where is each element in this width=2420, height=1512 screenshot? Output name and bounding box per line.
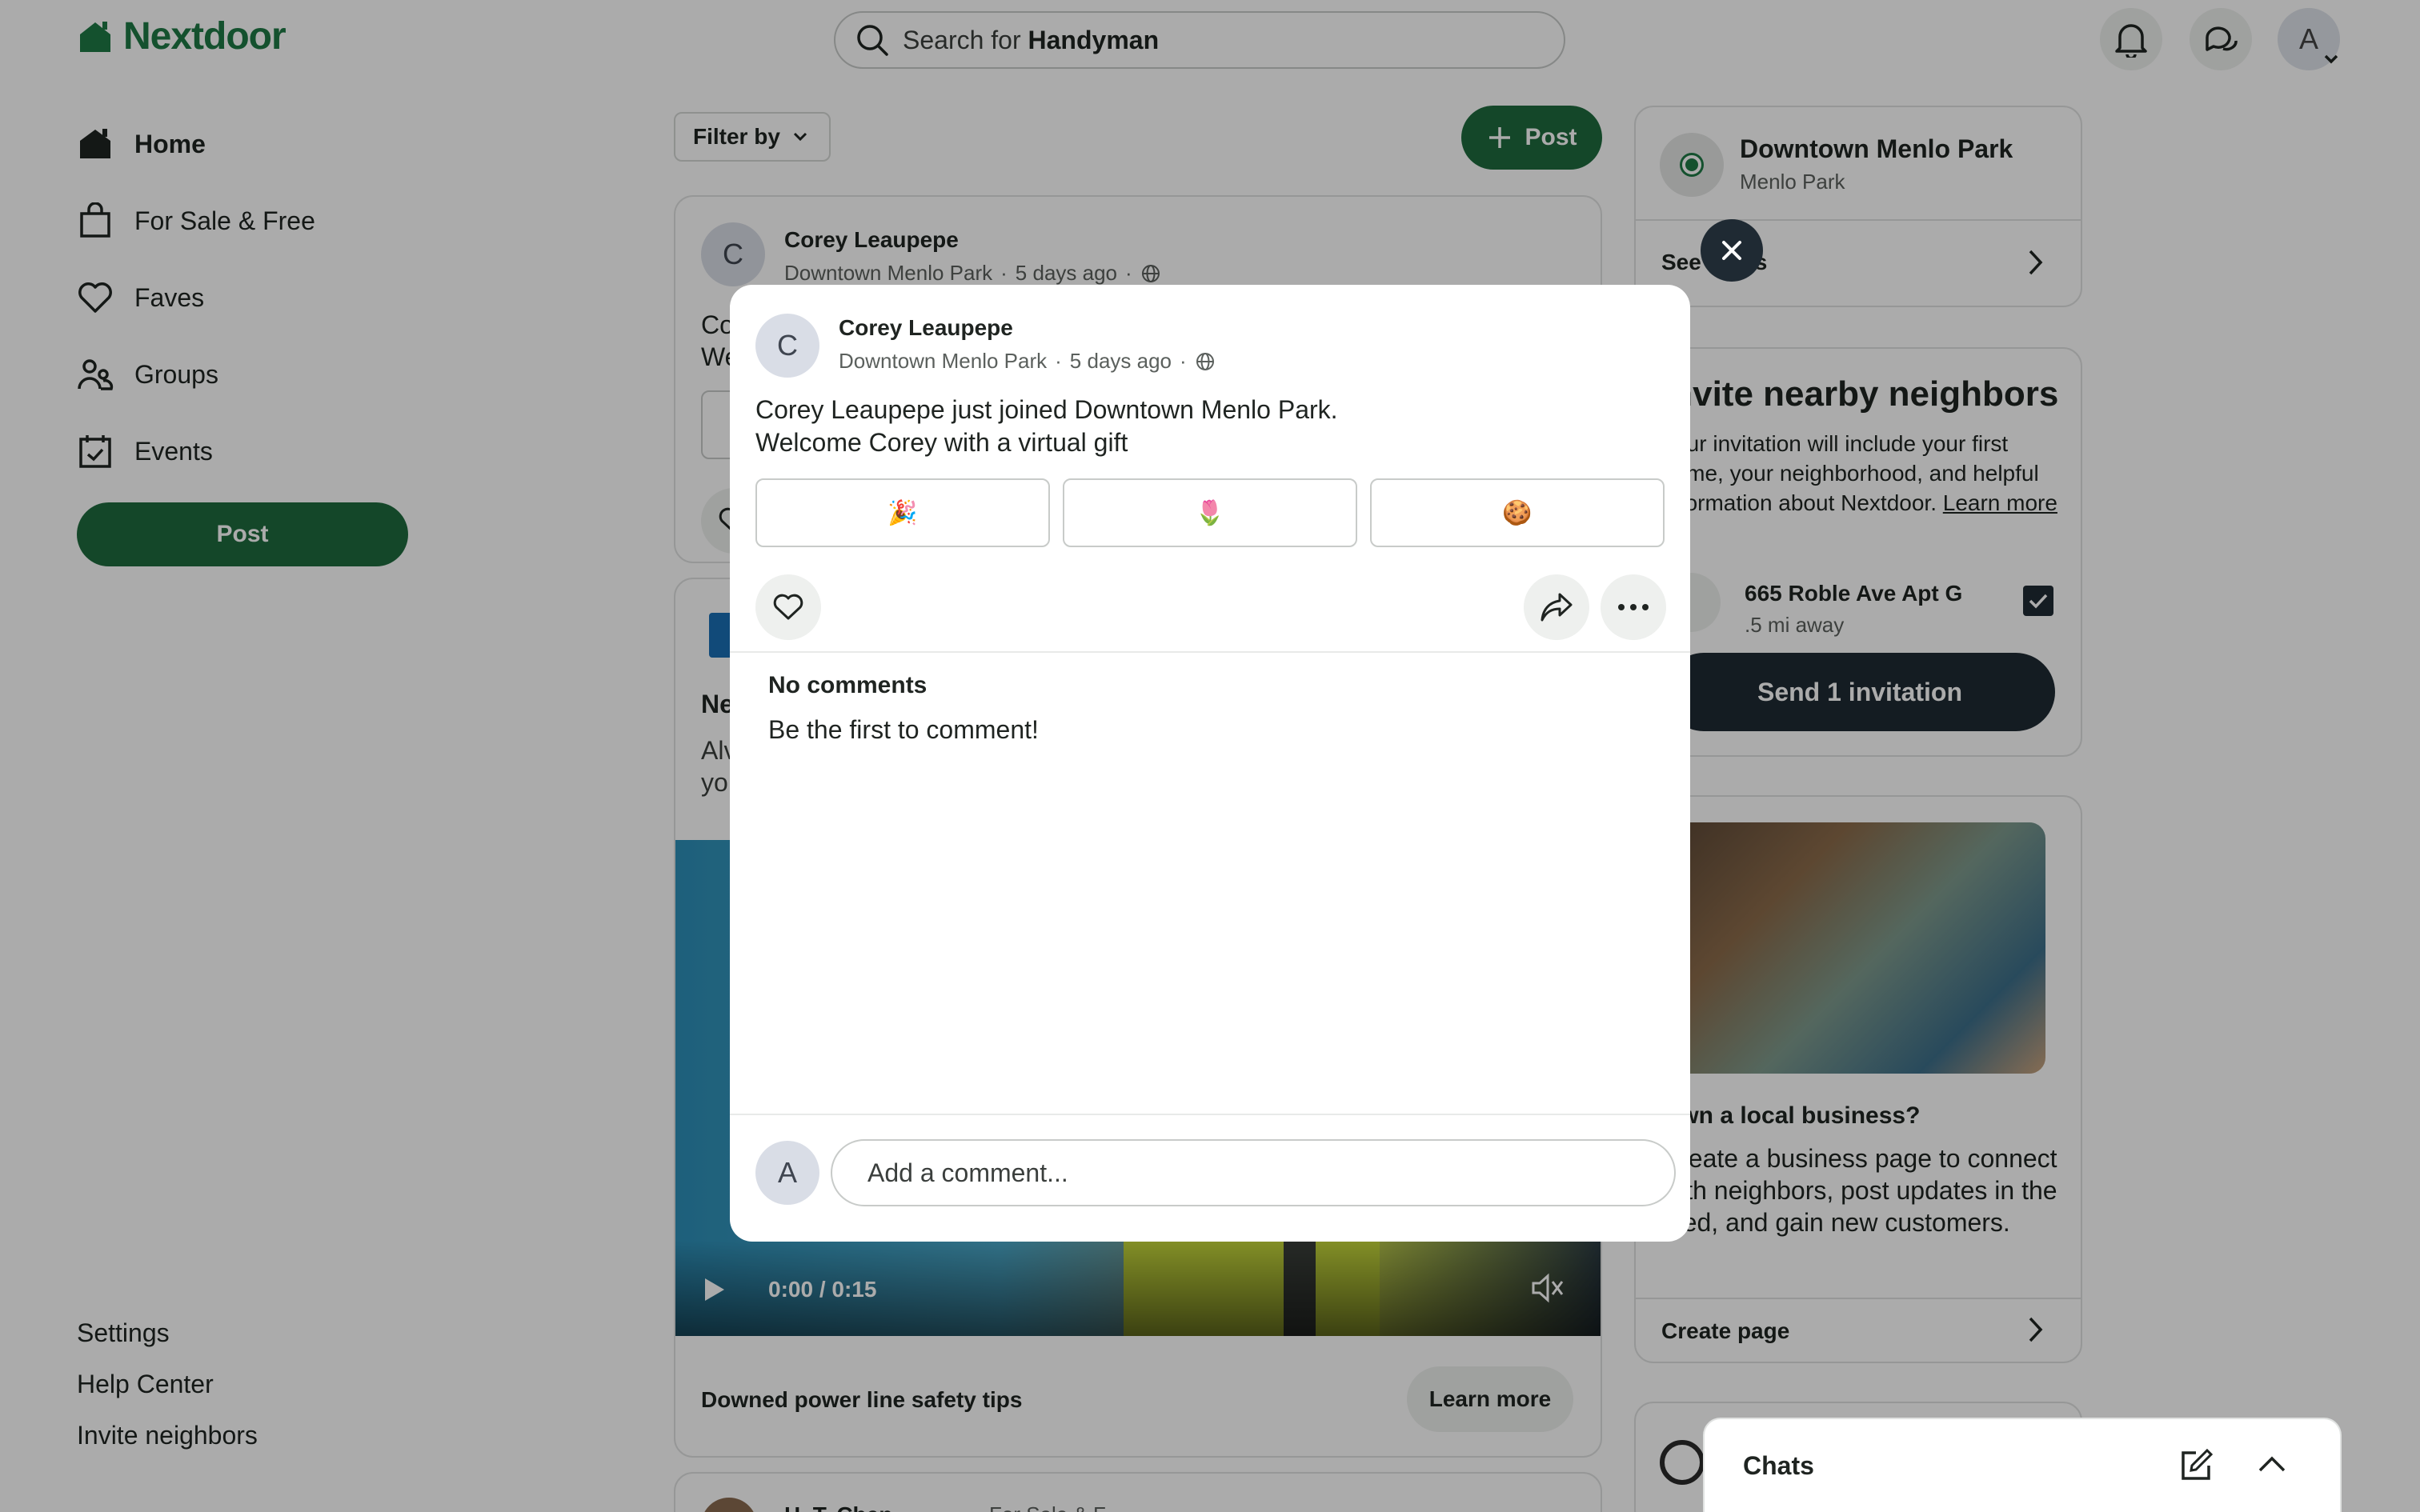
divider	[730, 1114, 1690, 1115]
party-popper-icon: 🎉	[887, 499, 918, 526]
like-button[interactable]	[755, 574, 821, 640]
chats-label: Chats	[1743, 1450, 1814, 1480]
divider	[730, 651, 1690, 653]
avatar-initial: C	[777, 329, 798, 362]
post-neighborhood[interactable]: Downtown Menlo Park	[839, 349, 1047, 374]
chats-panel[interactable]: Chats	[1703, 1418, 2342, 1512]
more-horizontal-icon	[1618, 604, 1649, 610]
cookie-icon: 🍪	[1502, 499, 1533, 526]
gift-button-tulip[interactable]: 🌷	[1063, 478, 1357, 547]
post-body-line: Welcome Corey with a virtual gift	[755, 428, 1128, 457]
share-arrow-icon	[1541, 593, 1573, 622]
no-comments-heading: No comments	[768, 672, 928, 698]
post-body: Corey Leaupepe just joined Downtown Menl…	[755, 394, 1338, 459]
post-detail-modal: C Corey Leaupepe Downtown Menlo Park · 5 d…	[730, 285, 1690, 1242]
author-avatar[interactable]: C	[755, 314, 819, 378]
be-first-comment: Be the first to comment!	[768, 715, 1039, 744]
tulip-icon: 🌷	[1195, 499, 1225, 526]
gift-button-cookie[interactable]: 🍪	[1370, 478, 1665, 547]
post-meta: Downtown Menlo Park · 5 days ago ·	[839, 349, 1216, 374]
share-button[interactable]	[1524, 574, 1589, 640]
avatar-initial: A	[777, 1156, 797, 1189]
comment-input[interactable]: Add a comment...	[831, 1139, 1676, 1206]
close-modal-button[interactable]	[1701, 219, 1763, 282]
author-name[interactable]: Corey Leaupepe	[839, 315, 1013, 341]
gift-button-party[interactable]: 🎉	[755, 478, 1050, 547]
post-time: 5 days ago	[1069, 349, 1172, 373]
chevron-up-icon[interactable]	[2257, 1454, 2287, 1474]
close-icon	[1722, 241, 1741, 260]
compose-icon[interactable]	[2178, 1448, 2214, 1482]
commenter-avatar: A	[755, 1141, 819, 1205]
post-body-line: Corey Leaupepe just joined Downtown Menl…	[755, 395, 1338, 424]
heart-icon	[773, 594, 803, 620]
more-options-button[interactable]	[1601, 574, 1666, 640]
globe-icon	[1196, 352, 1214, 370]
